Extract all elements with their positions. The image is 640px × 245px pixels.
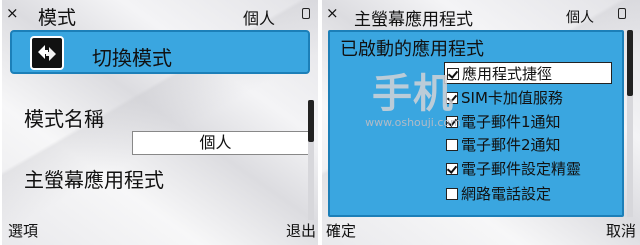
active-app-option[interactable]: 應用程式捷徑 [444, 62, 612, 84]
ok-softkey[interactable]: 確定 [326, 220, 356, 241]
switch-mode-item[interactable]: 切換模式 [10, 30, 310, 74]
profile-indicator: 個人 [243, 9, 276, 28]
scrollbar-thumb[interactable] [308, 100, 314, 142]
title-bar: × 模式 個人 [2, 0, 320, 29]
cancel-softkey[interactable]: 取消 [606, 220, 636, 241]
active-app-option[interactable]: 電子郵件1通知 [444, 111, 612, 133]
active-app-option-label: 網路電話設定 [461, 185, 552, 203]
active-apps-title: 已啟動的應用程式 [340, 39, 484, 60]
close-icon[interactable]: × [6, 6, 19, 21]
switch-arrows-icon [30, 36, 64, 70]
battery-icon [302, 8, 310, 19]
exit-softkey[interactable]: 退出 [286, 220, 316, 241]
close-icon[interactable]: × [326, 6, 339, 21]
checkbox-icon[interactable] [446, 188, 458, 200]
mode-name-label: 模式名稱 [24, 107, 104, 131]
switch-mode-label: 切換模式 [92, 46, 172, 70]
page-title: 主螢幕應用程式 [354, 10, 473, 30]
active-app-option[interactable]: 電子郵件2通知 [444, 134, 612, 156]
active-app-option-label: SIM卡加值服務 [461, 89, 563, 107]
active-app-option-label: 電子郵件2通知 [461, 136, 561, 154]
mode-name-field[interactable]: 個人 [132, 131, 309, 155]
checkbox-icon[interactable] [447, 68, 459, 80]
checkbox-icon[interactable] [446, 116, 458, 128]
checkbox-icon[interactable] [446, 139, 458, 151]
profile-indicator: 個人 [566, 10, 594, 26]
mode-screen: × 模式 個人 切換模式 模式名稱 個人 主螢幕應用程式 選項 退出 [2, 0, 320, 245]
checkbox-icon[interactable] [446, 163, 458, 175]
home-screen-apps-screen: × 主螢幕應用程式 個人 已啟動的應用程式 確定 取消 應用程式捷徑 SIM卡加值… [322, 0, 640, 245]
options-softkey[interactable]: 選項 [8, 220, 38, 241]
active-app-option[interactable]: 電子郵件設定精靈 [444, 158, 612, 180]
active-app-option[interactable]: SIM卡加值服務 [444, 87, 612, 109]
battery-icon [618, 8, 626, 19]
active-app-option[interactable]: 網路電話設定 [444, 183, 612, 205]
checkbox-icon[interactable] [446, 92, 458, 104]
title-bar: × 主螢幕應用程式 個人 [322, 0, 640, 30]
active-app-option-label: 電子郵件設定精靈 [461, 160, 582, 178]
page-title: 模式 [38, 7, 77, 29]
home-screen-apps-label[interactable]: 主螢幕應用程式 [24, 164, 164, 193]
active-app-option-label: 電子郵件1通知 [461, 113, 561, 131]
scrollbar-thumb[interactable] [627, 30, 633, 96]
active-app-option-label: 應用程式捷徑 [462, 65, 553, 83]
